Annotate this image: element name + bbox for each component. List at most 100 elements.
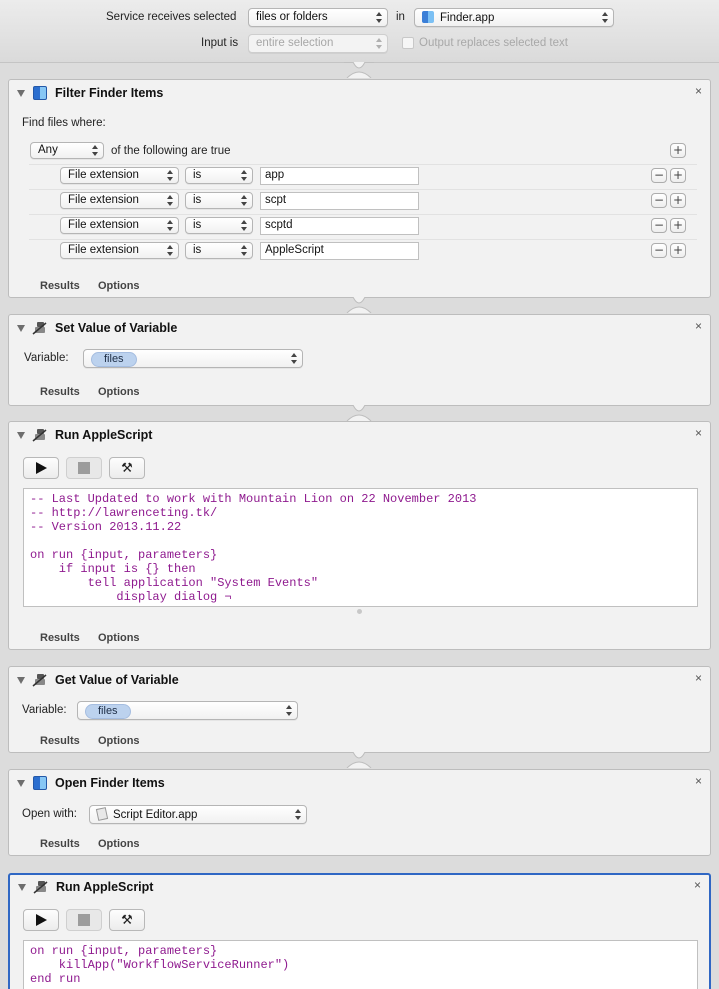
- results-button[interactable]: Results: [40, 735, 80, 747]
- get-value-of-variable-action[interactable]: Get Value of Variable × Variable: files …: [8, 666, 711, 753]
- add-rule-button[interactable]: +: [670, 218, 686, 233]
- run-applescript-action[interactable]: Run AppleScript × ⚒ -- Last Updated to w…: [8, 421, 711, 650]
- add-rule-button[interactable]: +: [670, 168, 686, 183]
- disclosure-triangle-icon[interactable]: [17, 432, 25, 439]
- script-editor[interactable]: on run {input, parameters} killApp("Work…: [23, 940, 698, 989]
- close-icon[interactable]: ×: [695, 426, 702, 440]
- close-icon[interactable]: ×: [695, 319, 702, 333]
- variable-popup[interactable]: files: [77, 701, 298, 720]
- resize-handle[interactable]: [357, 609, 362, 614]
- disclosure-triangle-icon[interactable]: [17, 90, 25, 97]
- chevron-updown-icon: [241, 194, 248, 207]
- filter-finder-items-action[interactable]: Filter Finder Items × Find files where: …: [8, 79, 711, 298]
- input-type-value: files or folders: [256, 11, 328, 23]
- results-button[interactable]: Results: [40, 386, 80, 398]
- rule-field-value: File extension: [68, 169, 139, 181]
- options-button[interactable]: Options: [98, 386, 140, 398]
- stop-button[interactable]: [66, 909, 102, 931]
- play-icon: [35, 914, 47, 926]
- rule-operator-value: is: [193, 244, 202, 256]
- rule-value-field[interactable]: scpt: [260, 192, 419, 210]
- action-title: Set Value of Variable: [55, 321, 178, 335]
- results-button[interactable]: Results: [40, 280, 80, 292]
- output-replaces-label: Output replaces selected text: [419, 37, 568, 49]
- open-with-popup[interactable]: Script Editor.app: [89, 805, 307, 824]
- match-popup[interactable]: Any: [30, 142, 104, 159]
- disclosure-triangle-icon[interactable]: [17, 780, 25, 787]
- rule-operator-popup[interactable]: is: [185, 217, 253, 234]
- rule-field-popup[interactable]: File extension: [60, 217, 179, 234]
- set-value-of-variable-action[interactable]: Set Value of Variable × Variable: files …: [8, 314, 711, 406]
- finder-icon: [422, 11, 434, 23]
- rule-operator-popup[interactable]: is: [185, 192, 253, 209]
- action-title: Open Finder Items: [55, 776, 165, 790]
- chevron-updown-icon: [167, 169, 174, 182]
- panel-connector: [344, 62, 374, 78]
- close-icon[interactable]: ×: [695, 774, 702, 788]
- rule-operator-value: is: [193, 169, 202, 181]
- row-divider: [29, 214, 697, 215]
- panel-connector: [344, 297, 374, 313]
- disclosure-triangle-icon[interactable]: [17, 677, 25, 684]
- add-rule-button[interactable]: +: [670, 193, 686, 208]
- results-button[interactable]: Results: [40, 838, 80, 850]
- close-icon[interactable]: ×: [694, 878, 701, 892]
- service-receives-label: Service receives selected: [106, 11, 237, 23]
- hammer-icon: ⚒: [121, 460, 133, 476]
- rule-field-popup[interactable]: File extension: [60, 192, 179, 209]
- output-replaces-checkbox[interactable]: [402, 37, 414, 49]
- remove-rule-button[interactable]: −: [651, 168, 667, 183]
- results-button[interactable]: Results: [40, 632, 80, 644]
- input-is-value: entire selection: [256, 37, 334, 49]
- variable-popup[interactable]: files: [83, 349, 303, 368]
- add-rule-button[interactable]: +: [670, 243, 686, 258]
- script-editor-icon: [95, 807, 109, 821]
- rule-field-value: File extension: [68, 244, 139, 256]
- options-button[interactable]: Options: [98, 280, 140, 292]
- chevron-updown-icon: [241, 219, 248, 232]
- script-editor[interactable]: -- Last Updated to work with Mountain Li…: [23, 488, 698, 607]
- row-divider: [29, 239, 697, 240]
- rule-value-field[interactable]: scptd: [260, 217, 419, 235]
- remove-rule-button[interactable]: −: [651, 243, 667, 258]
- run-button[interactable]: [23, 457, 59, 479]
- rule-operator-popup[interactable]: is: [185, 167, 253, 184]
- options-button[interactable]: Options: [98, 838, 140, 850]
- add-rule-button[interactable]: +: [670, 143, 686, 158]
- panel-connector: [344, 752, 374, 768]
- action-title: Run AppleScript: [56, 880, 154, 894]
- disclosure-triangle-icon[interactable]: [17, 325, 25, 332]
- workflow-header: Service receives selected files or folde…: [0, 0, 719, 63]
- remove-rule-button[interactable]: −: [651, 193, 667, 208]
- automator-robot-icon: [32, 429, 47, 442]
- chevron-updown-icon: [167, 219, 174, 232]
- close-icon[interactable]: ×: [695, 671, 702, 685]
- run-applescript-action-selected[interactable]: Run AppleScript × ⚒ on run {input, param…: [8, 873, 711, 989]
- stop-button[interactable]: [66, 457, 102, 479]
- match-suffix-label: of the following are true: [111, 145, 231, 157]
- chevron-updown-icon: [167, 194, 174, 207]
- row-divider: [29, 189, 697, 190]
- run-button[interactable]: [23, 909, 59, 931]
- application-popup[interactable]: Finder.app: [414, 8, 614, 27]
- rule-value-field[interactable]: AppleScript: [260, 242, 419, 260]
- input-is-popup[interactable]: entire selection: [248, 34, 388, 53]
- remove-rule-button[interactable]: −: [651, 218, 667, 233]
- options-button[interactable]: Options: [98, 735, 140, 747]
- open-finder-items-action[interactable]: Open Finder Items × Open with: Script Ed…: [8, 769, 711, 856]
- compile-button[interactable]: ⚒: [109, 909, 145, 931]
- finder-icon: [33, 776, 47, 790]
- rule-value-field[interactable]: app: [260, 167, 419, 185]
- options-button[interactable]: Options: [98, 632, 140, 644]
- disclosure-triangle-icon[interactable]: [18, 884, 26, 891]
- rule-operator-popup[interactable]: is: [185, 242, 253, 259]
- row-divider: [29, 164, 697, 165]
- close-icon[interactable]: ×: [695, 84, 702, 98]
- rule-field-popup[interactable]: File extension: [60, 167, 179, 184]
- chevron-updown-icon: [376, 37, 383, 50]
- compile-button[interactable]: ⚒: [109, 457, 145, 479]
- input-type-popup[interactable]: files or folders: [248, 8, 388, 27]
- rule-field-popup[interactable]: File extension: [60, 242, 179, 259]
- match-value: Any: [38, 144, 58, 156]
- panel-connector: [344, 405, 374, 421]
